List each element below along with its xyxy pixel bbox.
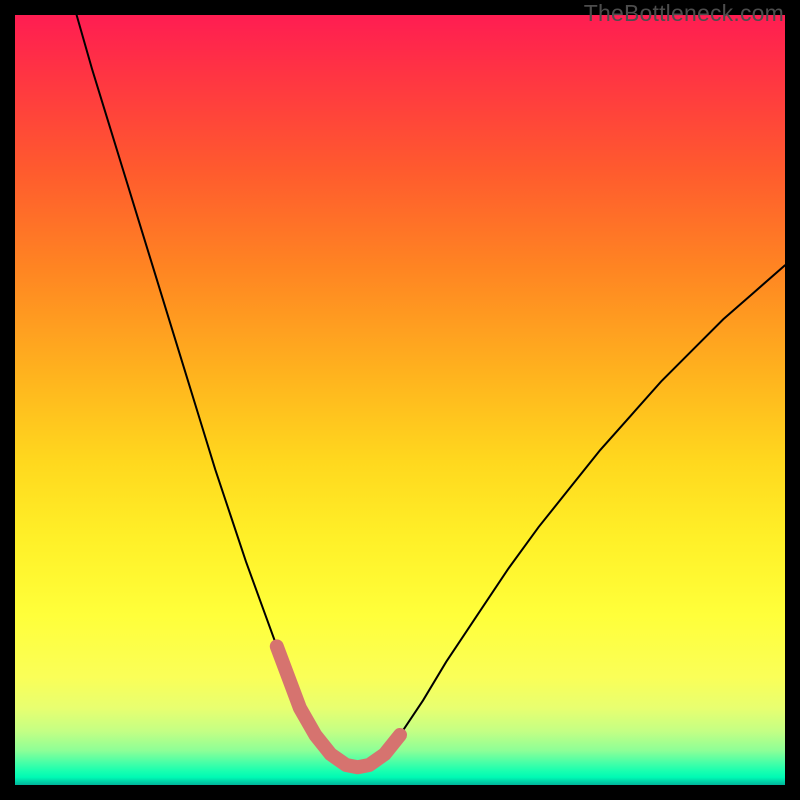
chart-stage: TheBottleneck.com xyxy=(0,0,800,800)
watermark-text: TheBottleneck.com xyxy=(584,0,784,27)
highlight-segment xyxy=(277,646,400,767)
bottleneck-curve xyxy=(77,15,785,767)
curve-layer xyxy=(15,15,785,785)
